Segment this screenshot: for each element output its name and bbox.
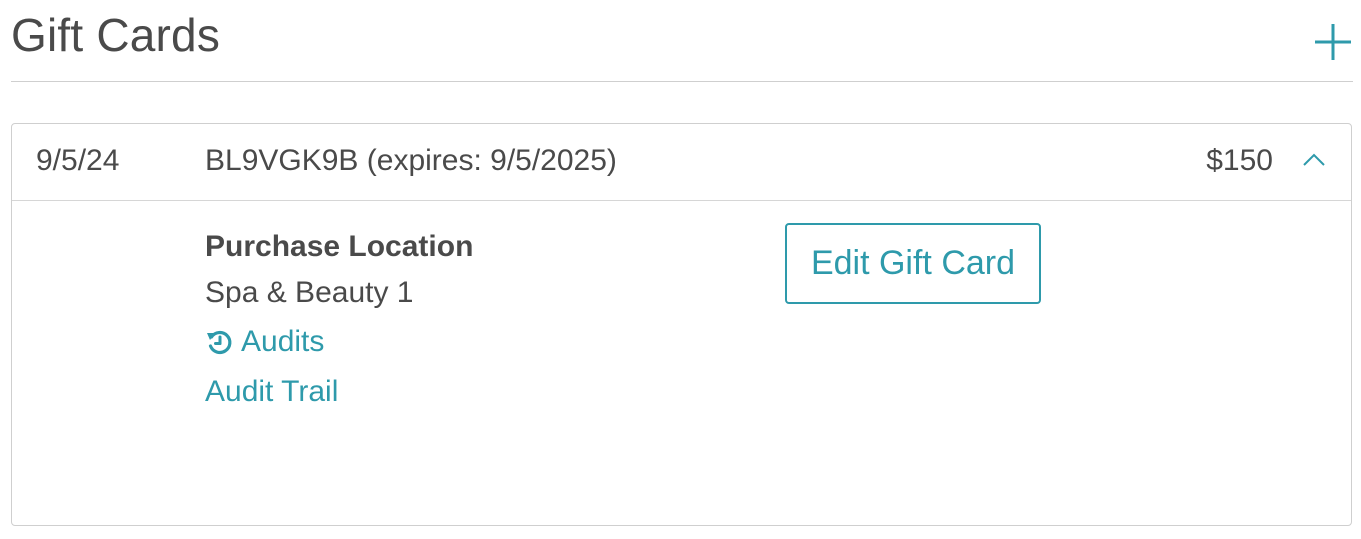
gift-card-details-info: Purchase Location Spa & Beauty 1 Audits … — [205, 227, 473, 422]
gift-card-item: 9/5/24 BL9VGK9B (expires: 9/5/2025) $150… — [11, 123, 1352, 526]
gift-cards-header: Gift Cards — [11, 0, 1353, 82]
gift-card-amount: $150 — [1206, 144, 1273, 177]
purchase-location-value: Spa & Beauty 1 — [205, 276, 414, 309]
gift-card-date: 9/5/24 — [36, 144, 120, 177]
collapse-toggle-button[interactable] — [1301, 150, 1327, 172]
chevron-up-icon — [1303, 153, 1325, 166]
history-icon — [205, 328, 233, 356]
gift-card-details: Purchase Location Spa & Beauty 1 Audits … — [12, 201, 1351, 525]
purchase-location-label: Purchase Location — [205, 230, 474, 263]
edit-gift-card-button[interactable]: Edit Gift Card — [785, 223, 1041, 304]
gift-card-summary-row[interactable]: 9/5/24 BL9VGK9B (expires: 9/5/2025) $150 — [12, 124, 1351, 201]
plus-icon — [1315, 24, 1351, 60]
audits-link-label: Audits — [241, 325, 325, 358]
gift-cards-page: Gift Cards 9/5/24 BL9VGK9B (expires: 9/5… — [0, 0, 1361, 539]
audits-link[interactable]: Audits — [205, 322, 473, 372]
add-gift-card-button[interactable] — [1313, 22, 1353, 62]
page-title: Gift Cards — [11, 9, 221, 61]
gift-card-code: BL9VGK9B (expires: 9/5/2025) — [205, 144, 617, 177]
audit-trail-link[interactable]: Audit Trail — [205, 372, 473, 422]
